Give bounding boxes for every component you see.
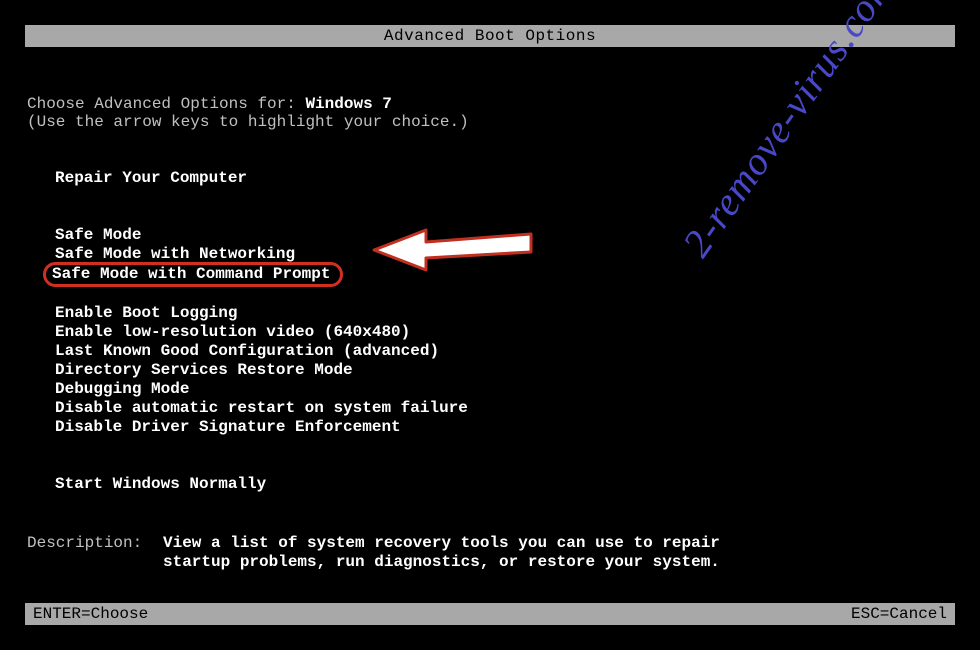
option-safe-mode[interactable]: Safe Mode [51, 226, 145, 245]
description-label: Description: [27, 534, 163, 572]
description-text: View a list of system recovery tools you… [163, 534, 720, 572]
option-boot-logging[interactable]: Enable Boot Logging [51, 304, 241, 323]
option-no-auto-restart[interactable]: Disable automatic restart on system fail… [51, 399, 472, 418]
description-line1: View a list of system recovery tools you… [163, 534, 720, 553]
footer-bar: ENTER=Choose ESC=Cancel [25, 603, 955, 625]
hint-line: (Use the arrow keys to highlight your ch… [27, 113, 955, 131]
footer-esc: ESC=Cancel [851, 605, 947, 623]
options-list: Repair Your Computer Safe Mode Safe Mode… [51, 169, 955, 494]
option-normal[interactable]: Start Windows Normally [51, 475, 270, 494]
header-prefix: Choose Advanced Options for: [27, 95, 305, 113]
option-low-res[interactable]: Enable low-resolution video (640x480) [51, 323, 414, 342]
option-repair[interactable]: Repair Your Computer [51, 169, 251, 188]
content-area: Choose Advanced Options for: Windows 7 (… [25, 95, 955, 572]
description-block: Description: View a list of system recov… [27, 534, 955, 572]
description-line2: startup problems, run diagnostics, or re… [163, 553, 720, 572]
option-no-driver-sig[interactable]: Disable Driver Signature Enforcement [51, 418, 405, 437]
option-ds-restore[interactable]: Directory Services Restore Mode [51, 361, 357, 380]
title-bar: Advanced Boot Options [25, 25, 955, 47]
footer-enter: ENTER=Choose [33, 605, 148, 623]
title-text: Advanced Boot Options [384, 27, 596, 45]
boot-screen: Advanced Boot Options Choose Advanced Op… [25, 25, 955, 625]
option-safe-mode-cmd[interactable]: Safe Mode with Command Prompt [43, 262, 343, 287]
os-name: Windows 7 [305, 95, 391, 113]
option-debugging[interactable]: Debugging Mode [51, 380, 193, 399]
option-last-known[interactable]: Last Known Good Configuration (advanced) [51, 342, 443, 361]
header-line: Choose Advanced Options for: Windows 7 [27, 95, 955, 113]
